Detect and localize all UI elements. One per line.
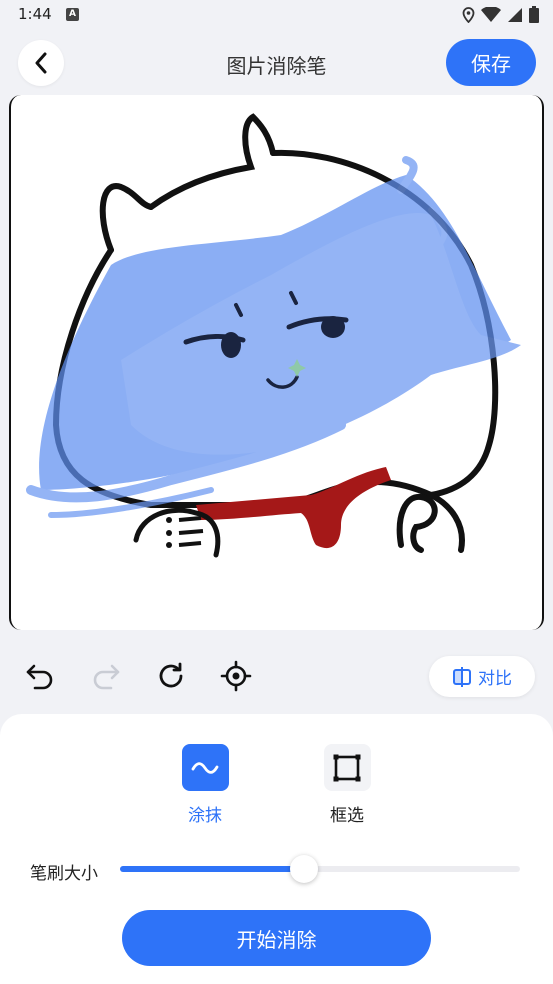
refresh-icon bbox=[159, 662, 183, 688]
mode-box-select[interactable]: 框选 bbox=[307, 744, 387, 826]
image-canvas[interactable] bbox=[9, 95, 544, 630]
edit-panel: 涂抹 框选 笔刷大小 开始消除 bbox=[0, 714, 553, 984]
reset-button[interactable] bbox=[151, 656, 191, 696]
box-mode-icon-box bbox=[323, 744, 371, 791]
box-select-icon bbox=[333, 754, 361, 781]
battery-icon bbox=[529, 6, 539, 23]
brush-size-slider[interactable] bbox=[120, 855, 520, 883]
compare-icon bbox=[453, 666, 471, 687]
undo-button[interactable] bbox=[20, 656, 60, 696]
mode-box-label: 框选 bbox=[330, 806, 364, 826]
status-bar: 1:44 A bbox=[0, 0, 553, 30]
redo-button[interactable] bbox=[86, 656, 126, 696]
start-erase-button[interactable]: 开始消除 bbox=[122, 910, 431, 966]
save-button[interactable]: 保存 bbox=[446, 39, 536, 86]
notification-badge: A bbox=[66, 8, 79, 21]
sticker-image bbox=[26, 113, 521, 558]
compare-label: 对比 bbox=[478, 669, 512, 689]
status-icons bbox=[462, 6, 539, 23]
mode-smear[interactable]: 涂抹 bbox=[165, 744, 245, 826]
brush-size-label: 笔刷大小 bbox=[30, 864, 98, 884]
location-icon bbox=[462, 6, 475, 23]
crosshair-icon bbox=[220, 660, 252, 692]
undo-icon bbox=[26, 664, 53, 690]
status-time: 1:44 bbox=[18, 5, 52, 23]
locate-button[interactable] bbox=[216, 656, 256, 696]
signal-icon bbox=[508, 7, 522, 22]
compare-button[interactable]: 对比 bbox=[429, 656, 535, 697]
mode-smear-label: 涂抹 bbox=[188, 806, 222, 826]
smear-mode-icon-box bbox=[181, 744, 229, 791]
wifi-icon bbox=[481, 6, 501, 22]
smear-wave-icon bbox=[191, 761, 219, 774]
redo-icon bbox=[93, 664, 120, 690]
slider-thumb[interactable] bbox=[290, 855, 318, 883]
slider-fill bbox=[120, 866, 304, 872]
